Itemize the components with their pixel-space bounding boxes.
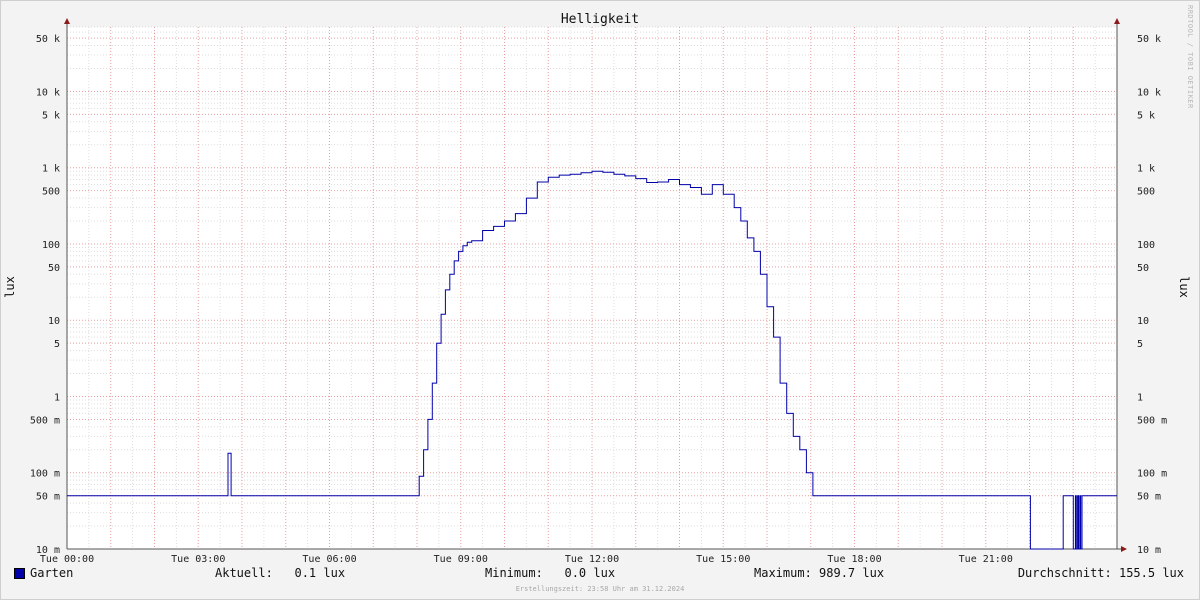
y-tick-label-right: 50 xyxy=(1137,263,1149,274)
y-tick-label-left: 1 k xyxy=(42,164,60,175)
x-tick-label: Tue 18:00 xyxy=(827,554,881,565)
y-tick-label-left: 5 k xyxy=(42,110,60,121)
x-tick-label: Tue 15:00 xyxy=(696,554,750,565)
x-tick-label: Tue 12:00 xyxy=(565,554,619,565)
y-tick-label-left: 50 k xyxy=(36,34,60,45)
y-tick-label-left: 10 xyxy=(48,316,60,327)
y-tick-label-left: 500 xyxy=(42,187,60,198)
y-tick-label-left: 50 m xyxy=(36,492,60,503)
y-tick-label-left: 500 m xyxy=(30,415,60,426)
y-tick-label-left: 100 m xyxy=(30,469,60,480)
brightness-chart: Tue 00:00 Tue 03:00 Tue 06:00 Tue 09:00 Tue … xyxy=(3,5,1194,565)
y-axis-label-right: lux xyxy=(1177,276,1191,298)
y-tick-label-left: 10 m xyxy=(36,545,60,556)
legend: Garten Aktuell: 0.1 lux Minimum: 0.0 lux… xyxy=(0,566,1200,584)
y-tick-label-right: 10 m xyxy=(1137,545,1161,556)
legend-current: Aktuell: 0.1 lux xyxy=(215,566,346,580)
y-tick-label-right: 100 m xyxy=(1137,469,1167,480)
y-tick-label-right: 5 xyxy=(1137,339,1143,350)
y-tick-label-right: 1 xyxy=(1137,392,1143,403)
y-tick-label-left: 100 xyxy=(42,240,60,251)
watermark: RRDTOOL / TOBI OETIKER xyxy=(1186,5,1194,109)
y-tick-label-right: 5 k xyxy=(1137,110,1155,121)
y-tick-label-left: 1 xyxy=(54,392,60,403)
x-axis-arrow-icon xyxy=(1121,546,1127,552)
y-axis-arrow-right-icon xyxy=(1114,18,1120,24)
legend-average: Durchschnitt: 155.5 lux xyxy=(1017,566,1184,580)
legend-swatch-garten xyxy=(14,568,25,579)
y-tick-label-right: 1 k xyxy=(1137,164,1155,175)
chart-title: Helligkeit xyxy=(561,12,639,27)
y-tick-label-right: 50 k xyxy=(1137,34,1161,45)
x-tick-label: Tue 06:00 xyxy=(302,554,356,565)
y-tick-label-right: 100 xyxy=(1137,240,1155,251)
x-tick-label: Tue 03:00 xyxy=(171,554,225,565)
y-tick-label-right: 500 xyxy=(1137,187,1155,198)
y-tick-label-left: 50 xyxy=(48,263,60,274)
footer-timestamp: Erstellungszeit: 23:58 Uhr am 31.12.2024 xyxy=(515,585,685,593)
legend-series-name: Garten xyxy=(30,566,74,580)
y-axis-label-left: lux xyxy=(3,276,17,298)
legend-minimum: Minimum: 0.0 lux xyxy=(485,566,616,580)
y-tick-label-left: 5 xyxy=(54,339,60,350)
x-tick-label: Tue 21:00 xyxy=(959,554,1013,565)
x-tick-label: Tue 09:00 xyxy=(434,554,488,565)
y-tick-label-right: 10 k xyxy=(1137,87,1161,98)
y-tick-label-right: 50 m xyxy=(1137,492,1161,503)
y-tick-label-right: 500 m xyxy=(1137,415,1167,426)
y-axis-arrow-left-icon xyxy=(64,18,70,24)
y-tick-label-left: 10 k xyxy=(36,87,60,98)
y-tick-label-right: 10 xyxy=(1137,316,1149,327)
legend-maximum: Maximum: 989.7 lux xyxy=(754,566,885,580)
